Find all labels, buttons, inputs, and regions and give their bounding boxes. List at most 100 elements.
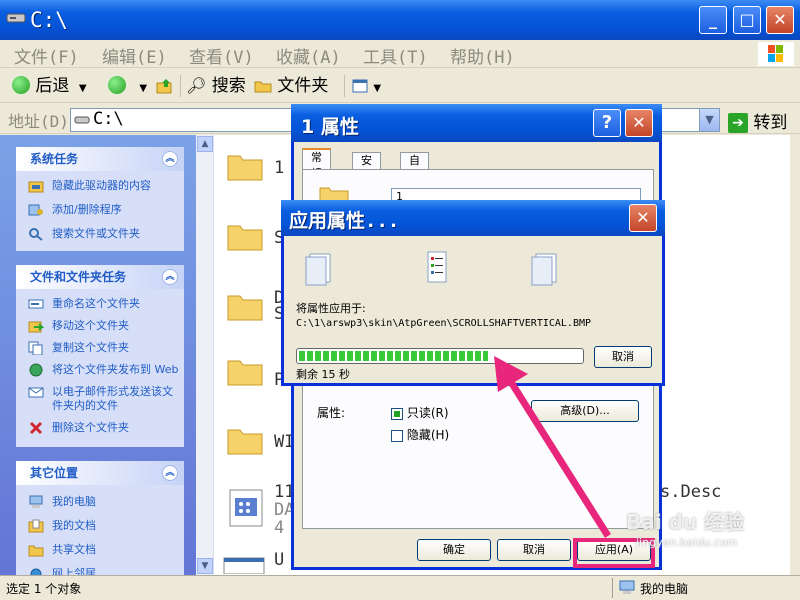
dialog-title: 1 属性	[301, 116, 359, 138]
checkbox-indeterminate[interactable]	[391, 407, 403, 420]
close-button[interactable]: ✕	[766, 6, 794, 34]
task-hide-drive-contents[interactable]: 隐藏此驱动器的内容	[16, 177, 184, 195]
copy-icon	[28, 341, 43, 355]
folder-icon	[254, 81, 272, 93]
current-file-path: C:\1\arswp3\skin\AtpGreen\SCROLLSHAFTVER…	[296, 318, 592, 329]
up-folder-button[interactable]	[156, 73, 174, 99]
add-remove-programs-icon	[28, 204, 43, 216]
place-label: 我的文档	[52, 519, 96, 532]
email-icon	[28, 387, 44, 398]
task-add-remove-programs[interactable]: 添加/删除程序	[16, 201, 184, 219]
place-my-computer[interactable]: 我的电脑	[16, 493, 184, 511]
dialog-title-bar[interactable]: 1 属性 ? ✕	[291, 104, 662, 142]
checkbox-label: 隐藏(H)	[406, 428, 450, 442]
other-places-panel: 其它位置 ︽ 我的电脑 我的文档 共享文档 网上邻居	[16, 461, 184, 580]
dialog-close-button[interactable]: ✕	[629, 204, 657, 232]
search-button[interactable]: 🔎︎ 搜索	[186, 73, 246, 99]
hidden-checkbox[interactable]: 隐藏(H)	[391, 426, 449, 443]
dialog-title-bar[interactable]: 应用属性... ✕	[281, 200, 665, 236]
tab-general[interactable]: 常规	[302, 148, 331, 180]
toolbar-divider	[344, 75, 345, 97]
panel-header[interactable]: 系统任务 ︽	[16, 147, 184, 171]
tab-security[interactable]: 安全	[352, 152, 381, 183]
scroll-down-arrow[interactable]: ▼	[197, 558, 213, 574]
folder-icon	[227, 155, 263, 181]
toolbar: 后退 ▼ ▼ 🔎︎ 搜索 文件夹 ▼	[0, 69, 800, 103]
tab-custom[interactable]: 自定义	[400, 152, 429, 199]
window-file-icon	[223, 557, 265, 574]
forward-button[interactable]: ▼	[108, 73, 147, 99]
task-rename-folder[interactable]: 重命名这个文件夹	[16, 295, 184, 313]
collapse-icon[interactable]: ︽	[162, 465, 178, 481]
file-size: 4	[274, 518, 285, 538]
views-icon	[352, 79, 368, 93]
window-title: C:\	[30, 8, 68, 32]
collapse-icon[interactable]: ︽	[162, 151, 178, 167]
status-selection: 选定 1 个对象	[6, 582, 82, 596]
minimize-button[interactable]: _	[699, 6, 727, 34]
drive-icon	[74, 116, 90, 124]
status-location: 我的电脑	[640, 582, 689, 596]
help-button[interactable]: ?	[593, 109, 621, 137]
go-label: 转到	[753, 113, 788, 133]
task-delete-folder[interactable]: 删除这个文件夹	[16, 419, 184, 437]
windows-logo-icon	[758, 42, 794, 66]
document-icon	[531, 253, 557, 286]
menu-tools[interactable]: 工具(T)	[363, 43, 428, 68]
readonly-checkbox[interactable]: 只读(R)	[391, 404, 449, 421]
go-button[interactable]: ➔ 转到	[728, 108, 787, 133]
address-dropdown-button[interactable]: ▼	[699, 109, 719, 131]
scroll-up-arrow[interactable]: ▲	[197, 136, 213, 152]
task-email-folder[interactable]: 以电子邮件形式发送该文件夹内的文件	[16, 383, 184, 415]
menu-view[interactable]: 查看(V)	[189, 43, 254, 68]
panel-title: 文件和文件夹任务	[30, 270, 127, 284]
task-label: 移动这个文件夹	[52, 319, 129, 332]
vertical-scrollbar[interactable]: ▲ ▼	[196, 135, 214, 575]
checkbox-box[interactable]	[391, 429, 403, 442]
task-search-files[interactable]: 搜索文件或文件夹	[16, 225, 184, 243]
chevron-down-icon: ▼	[78, 83, 87, 94]
attributes-label: 属性:	[317, 406, 346, 420]
menu-file[interactable]: 文件(F)	[14, 43, 79, 68]
menu-help[interactable]: 帮助(H)	[450, 43, 515, 68]
menu-edit[interactable]: 编辑(E)	[102, 43, 167, 68]
task-label: 搜索文件或文件夹	[52, 227, 140, 240]
task-copy-folder[interactable]: 复制这个文件夹	[16, 339, 184, 357]
move-icon	[28, 321, 44, 333]
computer-icon	[29, 495, 43, 508]
task-label: 将这个文件夹发布到 Web	[52, 363, 179, 376]
task-label: 复制这个文件夹	[52, 341, 129, 354]
status-bar: 选定 1 个对象 我的电脑	[0, 575, 800, 600]
image-file-icon	[229, 489, 263, 527]
delete-icon	[29, 421, 43, 435]
views-button[interactable]: ▼	[352, 73, 381, 99]
collapse-icon[interactable]: ︽	[162, 269, 178, 285]
globe-icon	[29, 363, 43, 377]
file-description: s.Desc	[660, 482, 722, 502]
panel-header[interactable]: 文件和文件夹任务 ︽	[16, 265, 184, 289]
toolbar-divider	[180, 75, 181, 97]
folder-icon	[227, 295, 263, 321]
task-label: 重命名这个文件夹	[52, 297, 140, 310]
panel-title: 系统任务	[30, 152, 79, 166]
menu-favorites[interactable]: 收藏(A)	[276, 43, 341, 68]
place-my-documents[interactable]: 我的文档	[16, 517, 184, 535]
title-bar[interactable]: C:\ _ □ ✕	[0, 0, 800, 40]
dialog-title: 应用属性...	[289, 210, 400, 232]
panel-header[interactable]: 其它位置 ︽	[16, 461, 184, 485]
task-publish-web[interactable]: 将这个文件夹发布到 Web	[16, 361, 184, 379]
drive-icon	[6, 13, 26, 23]
up-folder-icon	[156, 79, 172, 94]
task-move-folder[interactable]: 移动这个文件夹	[16, 317, 184, 335]
panel-title: 其它位置	[30, 466, 79, 480]
dialog-close-button[interactable]: ✕	[625, 109, 653, 137]
place-shared-documents[interactable]: 共享文档	[16, 541, 184, 559]
maximize-button[interactable]: □	[733, 6, 761, 34]
back-button[interactable]: 后退 ▼	[12, 73, 87, 99]
folder-icon	[227, 429, 263, 455]
address-label: 地址(D)	[8, 112, 69, 131]
folders-button[interactable]: 文件夹	[254, 73, 328, 99]
place-label: 共享文档	[52, 543, 96, 556]
status-divider	[612, 578, 613, 598]
checkbox-label: 只读(R)	[406, 406, 449, 420]
